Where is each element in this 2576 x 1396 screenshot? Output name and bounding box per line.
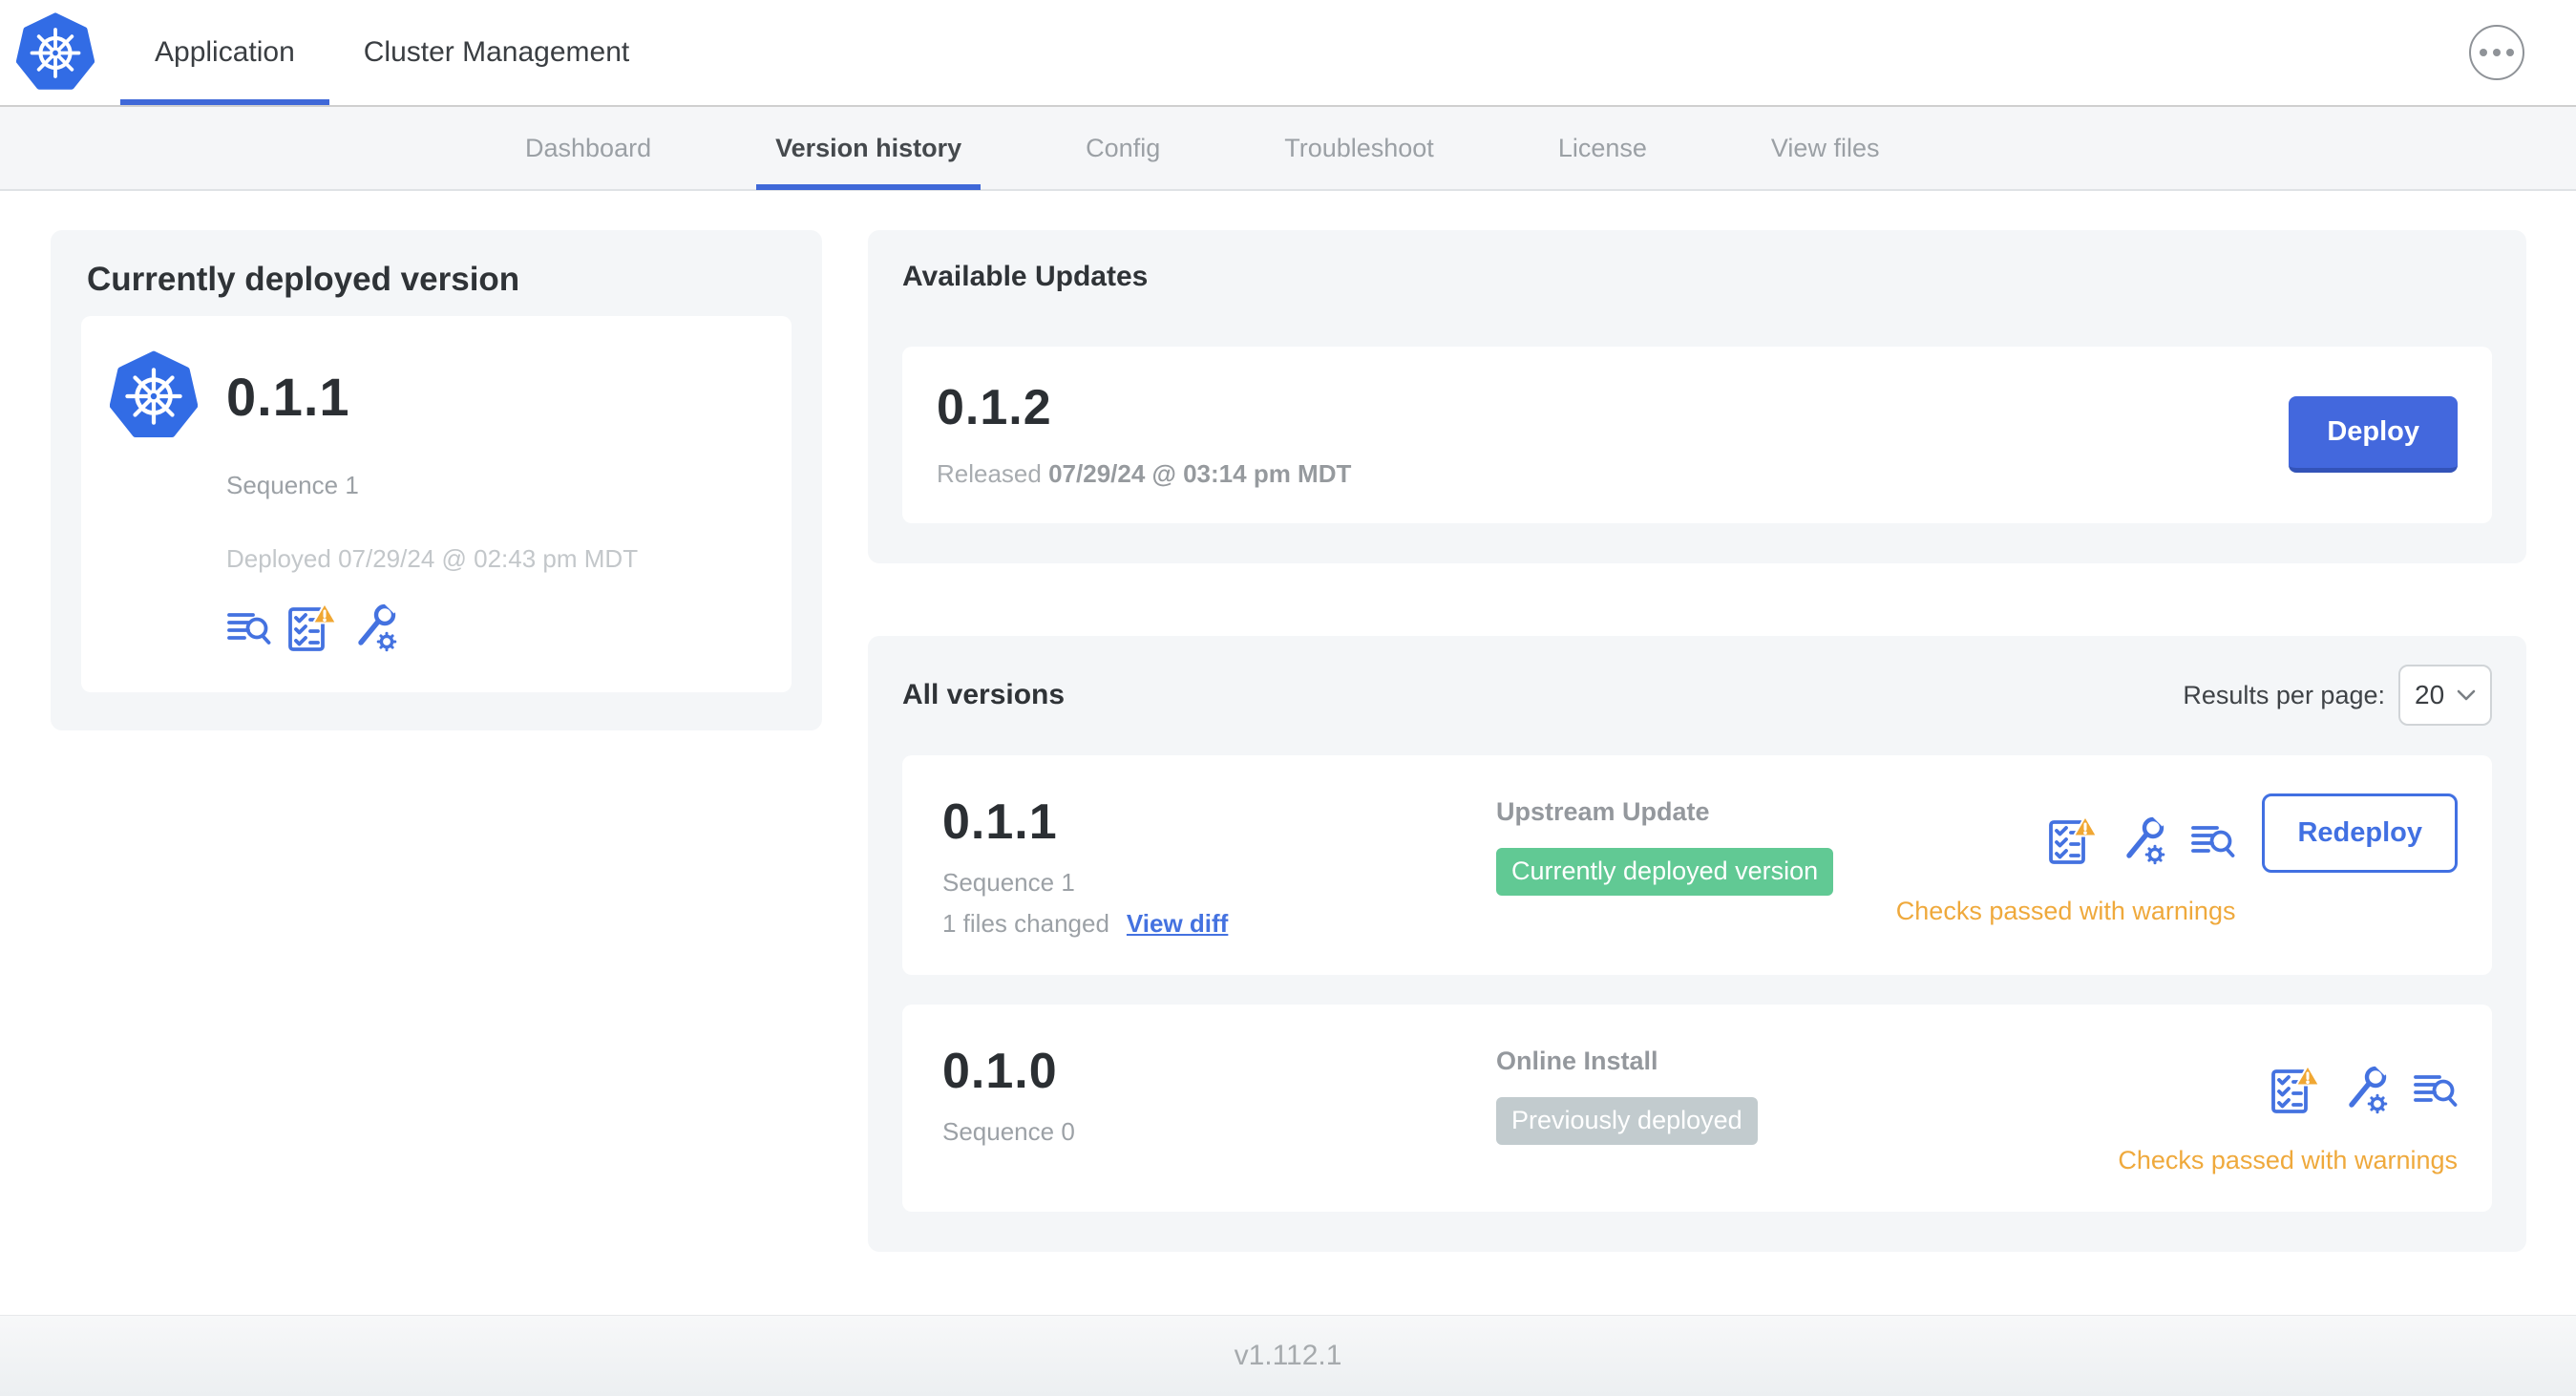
app-header: Application Cluster Management [0,0,2576,107]
subnav-license-label: License [1557,133,1647,162]
subnav-item-view-files[interactable]: View files [1752,107,1899,189]
app-footer: v1.112.1 [0,1315,2576,1396]
subnav-item-version-history[interactable]: Version history [756,107,982,190]
subnav-item-dashboard[interactable]: Dashboard [506,107,670,189]
subnav-troubleshoot-label: Troubleshoot [1284,133,1434,162]
version-row-0-1-1: 0.1.1 Sequence 1 1 files changed View di… [902,755,2492,975]
subnav-version-history-label: Version history [775,133,962,162]
tab-application[interactable]: Application [120,0,329,105]
preflight-checks-warning-icon[interactable] [2047,815,2100,865]
header-actions [2469,25,2524,80]
currently-deployed-title: Currently deployed version [87,261,520,298]
released-value: 07/29/24 @ 03:14 pm MDT [1048,459,1352,488]
app-subnav: Dashboard Version history Config Trouble… [0,107,2576,191]
status-badge: Currently deployed version [1496,848,1834,896]
kubernetes-app-icon [110,350,198,442]
row-version-number: 0.1.1 [942,794,1058,850]
main-content: Currently deployed version 0.1.1 Sequenc… [0,191,2576,1315]
results-per-page-select[interactable]: 20 [2398,665,2492,726]
kubernetes-logo-icon [15,11,95,95]
available-updates-title: Available Updates [902,261,1149,292]
tab-application-label: Application [155,36,295,68]
preflight-status-text: Checks passed with warnings [2118,1146,2458,1174]
current-version-deployed-timestamp: Deployed 07/29/24 @ 02:43 pm MDT [226,544,639,573]
all-versions-title: All versions [902,679,1066,710]
version-row-0-1-0: 0.1.0 Sequence 0 Online Install Previous… [902,1005,2492,1212]
preflight-checks-warning-icon[interactable] [2270,1065,2321,1114]
header-tabs: Application Cluster Management [120,0,664,105]
results-per-page-label: Results per page: [2183,680,2385,709]
subnav-view-files-label: View files [1770,133,1880,162]
deploy-logs-icon[interactable] [2413,1070,2458,1109]
version-source-label: Upstream Update [1496,797,1710,826]
available-update-card: 0.1.2 Released 07/29/24 @ 03:14 pm MDT D… [902,347,2492,523]
view-diff-link[interactable]: View diff [1127,909,1228,939]
edit-config-icon[interactable] [2344,1065,2390,1114]
deploy-logs-icon[interactable] [2190,821,2235,859]
preflight-checks-warning-icon[interactable] [286,603,338,652]
files-changed-label: 1 files changed [942,909,1109,938]
currently-deployed-card: 0.1.1 Sequence 1 Deployed 07/29/24 @ 02:… [81,316,792,692]
current-version-sequence: Sequence 1 [226,471,359,499]
version-source-label: Online Install [1496,1047,1658,1075]
chevron-down-icon [2457,689,2476,701]
row-version-number: 0.1.0 [942,1044,1058,1099]
row-sequence: Sequence 0 [942,1117,1075,1146]
update-version-number: 0.1.2 [937,380,1052,435]
available-updates-panel: Available Updates 0.1.2 Released 07/29/2… [868,230,2526,563]
row-sequence: Sequence 1 [942,868,1075,897]
subnav-item-license[interactable]: License [1539,107,1666,189]
subnav-item-troubleshoot[interactable]: Troubleshoot [1265,107,1453,189]
update-released-timestamp: Released 07/29/24 @ 03:14 pm MDT [937,459,1351,489]
all-versions-panel: All versions Results per page: 20 0.1.1 … [868,636,2526,1252]
more-options-icon[interactable] [2469,25,2524,80]
released-label: Released [937,459,1042,488]
deploy-button[interactable]: Deploy [2289,395,2458,473]
subnav-item-config[interactable]: Config [1066,107,1179,189]
subnav-config-label: Config [1086,133,1161,162]
tab-cluster-management[interactable]: Cluster Management [329,0,664,105]
currently-deployed-panel: Currently deployed version 0.1.1 Sequenc… [51,230,822,730]
right-column: Available Updates 0.1.2 Released 07/29/2… [868,230,2526,1252]
console-version-text: v1.112.1 [1234,1340,1342,1371]
results-per-page-value: 20 [2415,680,2445,709]
subnav-dashboard-label: Dashboard [525,133,652,162]
deploy-logs-icon[interactable] [226,608,271,646]
redeploy-button[interactable]: Redeploy [2262,793,2458,873]
edit-config-icon[interactable] [2122,815,2167,865]
current-version-number: 0.1.1 [226,366,350,427]
tab-cluster-management-label: Cluster Management [363,36,630,68]
status-badge: Previously deployed [1496,1097,1758,1145]
edit-config-icon[interactable] [353,603,399,652]
preflight-status-text: Checks passed with warnings [1895,897,2236,925]
